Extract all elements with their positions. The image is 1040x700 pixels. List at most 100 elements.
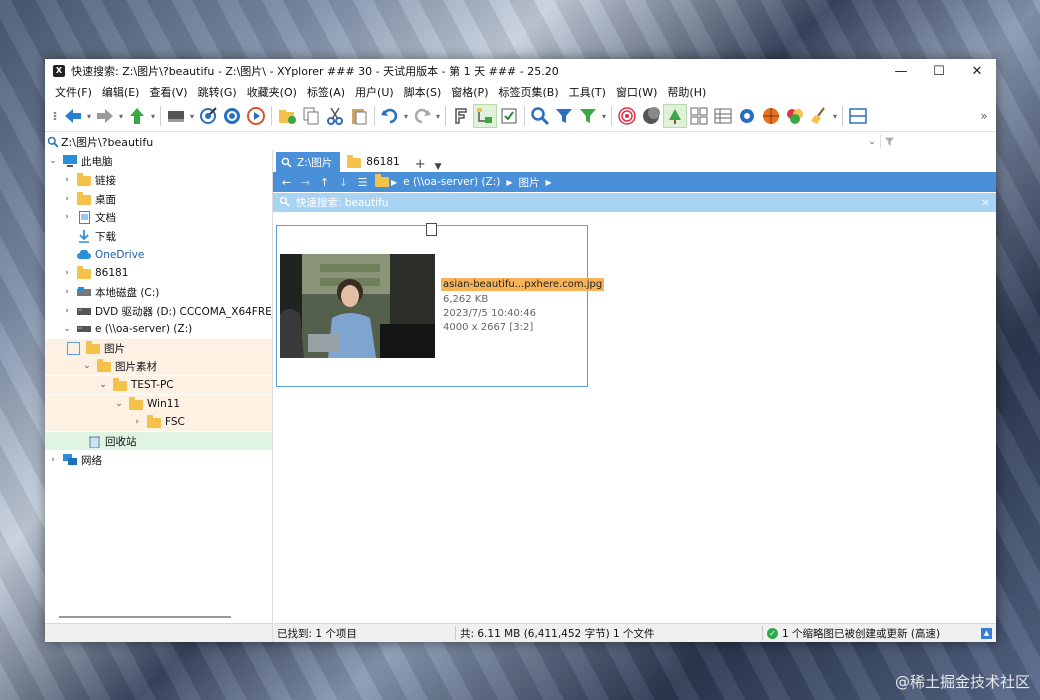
collapse-chevron-icon[interactable]: ⌄ bbox=[47, 156, 59, 166]
collapse-chevron-icon[interactable]: ⌄ bbox=[61, 324, 73, 334]
address-dropdown-icon[interactable]: ⌄ bbox=[864, 137, 880, 147]
expand-chevron-icon[interactable]: › bbox=[47, 455, 59, 465]
refresh-target-icon[interactable] bbox=[196, 104, 220, 128]
tree-item-links[interactable]: › 链接 bbox=[45, 171, 272, 189]
drives-dropdown-icon[interactable]: ▾ bbox=[188, 112, 196, 121]
back-dropdown-icon[interactable]: ▾ bbox=[85, 112, 93, 121]
xyplorer-logo-icon[interactable]: X bbox=[53, 65, 65, 77]
cut-icon[interactable] bbox=[323, 104, 347, 128]
file-thumbnail[interactable] bbox=[280, 254, 435, 358]
tree-horizontal-scrollbar[interactable] bbox=[59, 616, 231, 618]
filter-green-icon[interactable] bbox=[576, 104, 600, 128]
dark-mode-icon[interactable] bbox=[639, 104, 663, 128]
tab-list-dropdown-icon[interactable]: ▼ bbox=[431, 162, 446, 172]
redo-icon[interactable] bbox=[410, 104, 434, 128]
menu-tools[interactable]: 工具(T) bbox=[564, 84, 611, 100]
tab-pictures[interactable]: Z:\图片 bbox=[276, 152, 341, 172]
menu-favorites[interactable]: 收藏夹(O) bbox=[242, 84, 302, 100]
broom-icon[interactable] bbox=[807, 104, 831, 128]
close-button[interactable]: ✕ bbox=[958, 59, 996, 83]
menu-script[interactable]: 脚本(S) bbox=[399, 84, 447, 100]
tree-item-win11[interactable]: ⌄ Win11 bbox=[45, 395, 272, 413]
redo-dropdown-icon[interactable]: ▾ bbox=[434, 112, 442, 121]
tree-item-documents[interactable]: › 文档 bbox=[45, 208, 272, 226]
toolbar-overflow-icon[interactable]: » bbox=[972, 104, 996, 128]
address-input[interactable] bbox=[61, 133, 864, 150]
breadcrumb-chevron-icon[interactable]: ▶ bbox=[546, 178, 552, 187]
menu-tags[interactable]: 标签(A) bbox=[302, 84, 350, 100]
up-arrow-icon[interactable] bbox=[125, 104, 149, 128]
undo-icon[interactable] bbox=[378, 104, 402, 128]
menu-file[interactable]: 文件(F) bbox=[50, 84, 97, 100]
play-icon[interactable] bbox=[244, 104, 268, 128]
find-files-icon[interactable] bbox=[220, 104, 244, 128]
tree-item-onedrive[interactable]: OneDrive bbox=[45, 246, 272, 264]
breadcrumb-down-icon[interactable]: ↓ bbox=[334, 176, 353, 189]
target-icon[interactable] bbox=[615, 104, 639, 128]
file-item[interactable]: asian-beautifu...pxhere.com.jpg 6,262 KB… bbox=[276, 223, 605, 387]
tree-checkbox[interactable] bbox=[67, 341, 80, 355]
new-folder-icon[interactable] bbox=[275, 104, 299, 128]
basketball-icon[interactable] bbox=[759, 104, 783, 128]
tree-item-this-pc[interactable]: ⌄ 此电脑 bbox=[45, 152, 272, 170]
menu-user[interactable]: 用户(U) bbox=[350, 84, 399, 100]
back-arrow-icon[interactable] bbox=[61, 104, 85, 128]
new-tab-plus-icon[interactable]: + bbox=[410, 157, 431, 172]
tree-item-picture-assets[interactable]: ⌄ 图片素材 bbox=[45, 357, 272, 375]
file-list[interactable]: asian-beautifu...pxhere.com.jpg 6,262 KB… bbox=[273, 214, 996, 624]
expand-chevron-icon[interactable]: › bbox=[61, 212, 73, 222]
quick-search-close-icon[interactable]: × bbox=[981, 196, 990, 209]
forward-arrow-icon[interactable] bbox=[93, 104, 117, 128]
tab-86181[interactable]: 86181 bbox=[342, 152, 407, 172]
tree-item-network-drive-z[interactable]: ⌄ e (\\oa-server) (Z:) bbox=[45, 320, 272, 338]
expand-chevron-icon[interactable]: › bbox=[61, 175, 73, 185]
copy-icon[interactable] bbox=[299, 104, 323, 128]
paste-icon[interactable] bbox=[347, 104, 371, 128]
forward-dropdown-icon[interactable]: ▾ bbox=[117, 112, 125, 121]
menu-help[interactable]: 帮助(H) bbox=[662, 84, 711, 100]
tree-item-fsc[interactable]: › FSC bbox=[45, 413, 272, 431]
tree-item-pictures[interactable]: 图片 bbox=[45, 339, 272, 357]
expand-chevron-icon[interactable]: › bbox=[131, 417, 143, 427]
menu-edit[interactable]: 编辑(E) bbox=[97, 84, 145, 100]
dual-pane-icon[interactable] bbox=[846, 104, 870, 128]
filter-icon[interactable] bbox=[552, 104, 576, 128]
format-icon[interactable] bbox=[449, 104, 473, 128]
details-view-icon[interactable] bbox=[711, 104, 735, 128]
settings-gear-icon[interactable] bbox=[735, 104, 759, 128]
breadcrumb-forward-icon[interactable]: → bbox=[296, 176, 315, 189]
breadcrumb-folder-icon[interactable] bbox=[372, 173, 391, 190]
undo-dropdown-icon[interactable]: ▾ bbox=[402, 112, 410, 121]
broom-dropdown-icon[interactable]: ▾ bbox=[831, 112, 839, 121]
breadcrumb-segment-drive[interactable]: e (\\oa-server) (Z:) bbox=[397, 176, 506, 188]
tree-item-local-disk-c[interactable]: › 本地磁盘 (C:) bbox=[45, 283, 272, 301]
filter-dropdown-icon[interactable]: ▾ bbox=[600, 112, 608, 121]
breadcrumb-menu-icon[interactable]: ☰ bbox=[353, 176, 372, 189]
tree-item-network[interactable]: › 网络 bbox=[45, 451, 272, 469]
preview-icon[interactable] bbox=[663, 104, 687, 128]
toolbar-menu-icon[interactable] bbox=[49, 104, 61, 128]
tree-item-dvd-drive[interactable]: › DVD 驱动器 (D:) CCCOMA_X64FRE_ZH-CN_DV9 bbox=[45, 302, 272, 320]
file-name[interactable]: asian-beautifu...pxhere.com.jpg bbox=[441, 278, 605, 291]
tree-item-desktop[interactable]: › 桌面 bbox=[45, 190, 272, 208]
drives-icon[interactable] bbox=[164, 104, 188, 128]
expand-chevron-icon[interactable]: › bbox=[61, 268, 73, 278]
menu-panes[interactable]: 窗格(P) bbox=[446, 84, 493, 100]
expand-chevron-icon[interactable]: › bbox=[61, 194, 73, 204]
menu-view[interactable]: 查看(V) bbox=[144, 84, 192, 100]
collapse-chevron-icon[interactable]: ⌄ bbox=[113, 399, 125, 409]
breadcrumb-up-icon[interactable]: ↑ bbox=[315, 176, 334, 189]
checkbox-icon[interactable] bbox=[497, 104, 521, 128]
tree-item-test-pc[interactable]: ⌄ TEST-PC bbox=[45, 376, 272, 394]
title-bar[interactable]: X 快速搜索: Z:\图片\?beautifu - Z:\图片\ - XYplo… bbox=[45, 59, 996, 83]
collapse-chevron-icon[interactable]: ⌄ bbox=[81, 361, 93, 371]
colors-icon[interactable] bbox=[783, 104, 807, 128]
breadcrumb-segment-pictures[interactable]: 图片 bbox=[513, 175, 546, 190]
filter-box[interactable] bbox=[880, 134, 996, 149]
tree-item-recycle-bin[interactable]: 回收站 bbox=[45, 432, 272, 450]
menu-tabsets[interactable]: 标签页集(B) bbox=[493, 84, 563, 100]
up-dropdown-icon[interactable]: ▾ bbox=[149, 112, 157, 121]
folder-tree[interactable]: ⌄ 此电脑 › 链接 › 桌面 › 文档 下载 OneDrive › 86181 › 本地磁… bbox=[45, 150, 273, 642]
breadcrumb-back-icon[interactable]: ← bbox=[277, 176, 296, 189]
tree-item-downloads[interactable]: 下载 bbox=[45, 227, 272, 245]
